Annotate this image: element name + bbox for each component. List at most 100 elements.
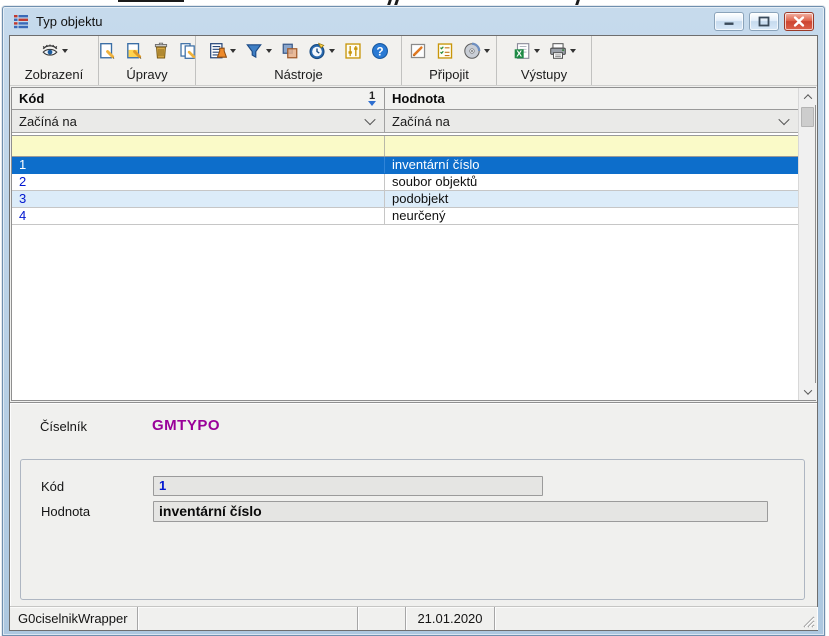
eye-view-icon [41, 42, 59, 60]
grid-header-row: Kód 1 Hodnota [12, 88, 798, 110]
filter-operator-label: Začíná na [19, 114, 77, 129]
filter-operator-select-kod[interactable]: Začíná na [12, 110, 385, 132]
scroll-down-button[interactable] [799, 383, 816, 400]
merge-button[interactable] [278, 40, 302, 62]
sort-order-number: 1 [369, 92, 375, 100]
grid-empty-area [12, 225, 798, 393]
table-row[interactable]: 2 soubor objektů [12, 174, 798, 191]
excel-export-icon: X [513, 42, 531, 60]
table-row[interactable]: 3 podobjekt [12, 191, 798, 208]
toolbar-group-nastroje: ? Nástroje [196, 36, 402, 85]
sort-indicator: 1 [368, 92, 376, 106]
attachments-button[interactable] [460, 40, 493, 62]
svg-text:?: ? [376, 45, 383, 59]
detail-panel: Číselník GMTYPO Kód 1 Hodnota inventární… [10, 402, 817, 606]
data-view-button[interactable] [206, 40, 239, 62]
title-bar[interactable]: Typ objektu [3, 7, 824, 35]
window-title: Typ objektu [36, 14, 103, 29]
toolbar-group-label: Výstupy [521, 67, 567, 83]
status-module-text: G0ciselnikWrapper [18, 611, 128, 626]
status-cell-empty [138, 607, 358, 630]
table-row[interactable]: 4 neurčený [12, 208, 798, 225]
filter-input-hodnota[interactable] [385, 136, 798, 156]
chevron-up-icon [803, 94, 811, 102]
toolbar-group-label: Úpravy [126, 67, 167, 83]
filter-button[interactable] [242, 40, 275, 62]
cell-hodnota[interactable]: neurčený [385, 208, 798, 224]
resize-grip[interactable] [802, 615, 815, 628]
scroll-up-button[interactable] [799, 88, 816, 105]
merge-squares-icon [281, 42, 299, 60]
new-record-icon [98, 42, 116, 60]
close-icon [793, 16, 805, 27]
scrollbar-thumb[interactable] [801, 107, 814, 127]
table-row[interactable]: 1 inventární číslo [12, 157, 798, 174]
filter-input-row [12, 135, 798, 157]
data-view-icon [209, 42, 227, 60]
screen: Typ objektu [0, 0, 829, 636]
maximize-button[interactable] [749, 12, 779, 31]
filter-operator-select-hodnota[interactable]: Začíná na [385, 110, 798, 132]
help-button[interactable]: ? [368, 40, 392, 62]
app-window: Typ objektu [2, 6, 825, 636]
kod-field-label: Kód [41, 479, 64, 494]
edit-record-icon [125, 42, 143, 60]
column-header-label: Hodnota [392, 91, 445, 106]
cell-kod[interactable]: 2 [12, 174, 385, 190]
toolbar-group-label: Nástroje [274, 67, 322, 83]
chevron-down-icon [803, 386, 811, 394]
media-disc-icon [463, 42, 481, 60]
dropdown-arrow-icon [534, 49, 540, 53]
history-button[interactable] [305, 40, 338, 62]
vertical-scrollbar[interactable] [798, 88, 815, 400]
dropdown-arrow-icon [484, 49, 490, 53]
note-pad-icon [409, 42, 427, 60]
toolbar-group-vystupy: X [497, 36, 592, 85]
checklist-button[interactable] [433, 40, 457, 62]
delete-record-icon [152, 42, 170, 60]
toolbar-group-label: Zobrazení [25, 67, 84, 83]
delete-record-button[interactable] [149, 40, 173, 62]
filter-input-kod[interactable] [12, 136, 385, 156]
minimize-button[interactable] [714, 12, 744, 31]
toolbar-spacer [592, 36, 817, 85]
status-cell-empty [358, 607, 406, 630]
chevron-down-icon [778, 114, 789, 125]
kod-field[interactable]: 1 [153, 476, 543, 496]
hodnota-field-label: Hodnota [41, 504, 90, 519]
data-grid: Kód 1 Hodnota Začíná na [11, 87, 816, 401]
column-header-kod[interactable]: Kód 1 [12, 88, 385, 109]
cell-kod[interactable]: 3 [12, 191, 385, 207]
print-button[interactable] [546, 40, 579, 62]
cell-kod[interactable]: 4 [12, 208, 385, 224]
export-excel-button[interactable]: X [510, 40, 543, 62]
column-header-hodnota[interactable]: Hodnota [385, 88, 798, 109]
cell-hodnota[interactable]: inventární číslo [385, 157, 798, 173]
maximize-icon [758, 16, 770, 27]
detail-groupbox: Kód 1 Hodnota inventární číslo [20, 459, 805, 600]
toolbar: Zobrazení [10, 36, 817, 86]
filter-operator-label: Začíná na [392, 114, 450, 129]
chevron-down-icon [364, 114, 375, 125]
hodnota-field[interactable]: inventární číslo [153, 501, 768, 522]
toolbar-group-label: Připojit [429, 67, 469, 83]
settings-button[interactable] [341, 40, 365, 62]
close-button[interactable] [784, 12, 814, 31]
dropdown-arrow-icon [570, 49, 576, 53]
ciselnik-value: GMTYPO [152, 417, 220, 434]
printer-icon [549, 42, 567, 60]
background-window-fragment [118, 0, 184, 2]
new-record-button[interactable] [95, 40, 119, 62]
cell-hodnota[interactable]: soubor objektů [385, 174, 798, 190]
cell-hodnota[interactable]: podobjekt [385, 191, 798, 207]
toolbar-group-pripojit: Připojit [402, 36, 497, 85]
dropdown-arrow-icon [230, 49, 236, 53]
view-menu-button[interactable] [38, 40, 71, 62]
edit-record-button[interactable] [122, 40, 146, 62]
status-module-cell: G0ciselnikWrapper [10, 607, 138, 630]
status-date-text: 21.01.2020 [417, 611, 482, 626]
notes-button[interactable] [406, 40, 430, 62]
cell-kod[interactable]: 1 [12, 157, 385, 173]
status-date-cell: 21.01.2020 [406, 607, 495, 630]
column-header-label: Kód [19, 91, 44, 106]
